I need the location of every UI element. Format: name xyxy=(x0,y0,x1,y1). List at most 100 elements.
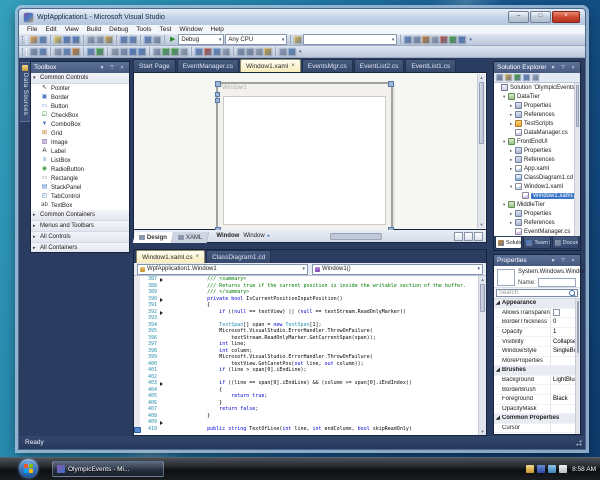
toolbar2-icon[interactable] xyxy=(213,48,221,56)
start-button[interactable] xyxy=(19,459,38,478)
tree-item-references[interactable]: ▸References xyxy=(494,110,575,119)
start-page-icon[interactable] xyxy=(458,36,466,44)
property-row-windowstyle[interactable]: WindowStyleSingleBorder xyxy=(494,347,576,357)
property-value[interactable]: SingleBorder xyxy=(550,347,576,356)
title-bar[interactable]: WpfApplication1 - Microsoft Visual Studi… xyxy=(19,9,585,26)
open-file-icon[interactable] xyxy=(54,36,62,44)
properties-window-menu-icon[interactable]: ▾ xyxy=(549,256,557,266)
toolbox-item-textbox[interactable]: abTextBox xyxy=(31,201,129,210)
tree-item-references[interactable]: ▸References xyxy=(494,155,575,164)
menu-item-tools[interactable]: Tools xyxy=(132,26,155,33)
toolbar2-icon[interactable] xyxy=(288,48,296,56)
view-designer-icon[interactable] xyxy=(532,74,539,81)
property-row-borderthickness[interactable]: BorderThickness0 xyxy=(494,318,576,328)
property-row-allowstransparency[interactable]: AllowsTransparency xyxy=(494,309,576,319)
property-row-background[interactable]: BackgroundLightBlue xyxy=(494,376,576,386)
solution-explorer-window-menu-icon[interactable]: ▾ xyxy=(549,63,557,73)
toolbar-grip[interactable] xyxy=(22,36,27,44)
toolbox-window-menu-icon[interactable]: ▾ xyxy=(98,63,106,73)
code-text-area[interactable]: 387 /// <summary>388 /// Returns true if… xyxy=(134,276,486,435)
cut-icon[interactable] xyxy=(87,36,95,44)
document-tab-eventsmgr-cs[interactable]: EventsMgr.cs xyxy=(302,59,353,72)
property-row-visibility[interactable]: VisibilityCollapsed xyxy=(494,337,576,347)
property-row-cursor[interactable]: Cursor xyxy=(494,424,576,434)
toolbar2-icon[interactable] xyxy=(237,48,245,56)
find-input[interactable]: ▾ xyxy=(303,34,397,45)
tree-item-properties[interactable]: ▸Properties xyxy=(494,146,575,155)
toolbar-overflow-icon[interactable]: ▾ xyxy=(299,49,302,55)
resize-grip[interactable] xyxy=(575,439,583,447)
property-row-opacity[interactable]: Opacity1 xyxy=(494,328,576,338)
toolbox-close-icon[interactable]: × xyxy=(118,63,126,73)
document-tab-window1-xaml[interactable]: Window1.xaml× xyxy=(240,59,301,72)
solution-explorer-pin-icon[interactable]: ⊤ xyxy=(559,63,567,73)
maximize-button[interactable]: □ xyxy=(530,11,551,23)
object-browser-icon[interactable] xyxy=(422,36,430,44)
toolbar2-icon[interactable] xyxy=(120,48,128,56)
property-category-brushes[interactable]: ◢Brushes xyxy=(494,366,576,376)
collapse-pane-icon[interactable] xyxy=(474,232,483,241)
properties-window-toolbar-icon[interactable] xyxy=(413,36,421,44)
toolbox-item-label[interactable]: ALabel xyxy=(31,147,129,156)
property-row-opacitymask[interactable]: OpacityMask xyxy=(494,405,576,415)
tree-item-properties[interactable]: ▸Properties xyxy=(494,101,575,110)
tree-item-app-xaml[interactable]: ▸App.xaml xyxy=(494,164,575,173)
toolbar2-icon[interactable] xyxy=(222,48,230,56)
command-window-icon[interactable] xyxy=(449,36,457,44)
toolbar2-icon[interactable] xyxy=(30,48,38,56)
scrollbar-thumb[interactable] xyxy=(479,82,484,144)
property-category-common-properties[interactable]: ◢Common Properties xyxy=(494,414,576,424)
tool-tab-docum[interactable]: Docum... xyxy=(552,237,579,249)
toolbar2-icon[interactable] xyxy=(246,48,254,56)
menu-item-test[interactable]: Test xyxy=(155,26,175,33)
property-row-borderbrush[interactable]: BorderBrush xyxy=(494,385,576,395)
toolbar2-icon[interactable] xyxy=(279,48,287,56)
tree-item-window1-xaml[interactable]: ▾Window1.xaml xyxy=(494,182,575,191)
split-vertical-icon[interactable] xyxy=(464,232,473,241)
toolbar2-icon[interactable] xyxy=(39,48,47,56)
toolbar-grip[interactable] xyxy=(22,48,27,56)
scrollbar-thumb[interactable] xyxy=(577,301,579,353)
designer-horizontal-scrollbar[interactable] xyxy=(330,233,382,240)
toolbar2-icon[interactable] xyxy=(255,48,263,56)
toolbox-item-tabcontrol[interactable]: ◰TabControl xyxy=(31,192,129,201)
tree-item-testscripts[interactable]: ▸TestScripts xyxy=(494,119,575,128)
toolbox-item-listbox[interactable]: ≡ListBox xyxy=(31,156,129,165)
toolbox-group-menus-and-toolbars[interactable]: ▸Menus and Toolbars xyxy=(31,221,129,232)
show-all-files-icon[interactable] xyxy=(505,74,512,81)
toolbar2-icon[interactable] xyxy=(54,48,62,56)
tree-item-datamanager-cs[interactable]: DataManager.cs xyxy=(494,128,575,137)
tray-volume-icon[interactable] xyxy=(559,465,567,473)
tray-vs-icon[interactable] xyxy=(537,465,545,473)
toolbar2-icon[interactable] xyxy=(171,48,179,56)
toolbox-item-combobox[interactable]: ▼ComboBox xyxy=(31,120,129,129)
checkbox[interactable] xyxy=(553,309,560,316)
new-project-icon[interactable] xyxy=(30,36,38,44)
property-value[interactable] xyxy=(550,433,576,434)
property-category-appearance[interactable]: ◢Appearance xyxy=(494,299,576,309)
undo-icon[interactable] xyxy=(120,36,128,44)
refresh-icon[interactable] xyxy=(514,74,521,81)
save-all-icon[interactable] xyxy=(72,36,80,44)
tree-item-eventmanager-cs[interactable]: EventManager.cs xyxy=(494,227,575,236)
properties-pin-icon[interactable]: ⊤ xyxy=(559,256,567,266)
editor-vertical-scrollbar[interactable]: ▲ ▼ xyxy=(478,276,486,435)
designer-vertical-scrollbar[interactable]: ▲ ▼ xyxy=(477,74,485,228)
tool-tab-solutio[interactable]: Solutio... xyxy=(495,237,522,249)
debug-configuration-dropdown[interactable]: Debug▾ xyxy=(178,34,224,45)
scroll-down-icon[interactable]: ▼ xyxy=(478,221,485,228)
view-tab-xaml[interactable]: XAML xyxy=(172,232,210,243)
properties-scrollbar[interactable] xyxy=(575,299,580,434)
document-tab-eventmanager-cs[interactable]: EventManager.cs xyxy=(177,59,239,72)
add-item-icon[interactable] xyxy=(39,36,47,44)
designed-window[interactable]: Window1 xyxy=(216,82,393,232)
name-field[interactable] xyxy=(538,278,576,287)
toolbox-toolbar-icon[interactable] xyxy=(431,36,439,44)
toolbar2-icon[interactable] xyxy=(111,48,119,56)
menu-item-edit[interactable]: Edit xyxy=(41,26,60,33)
selection-handle[interactable] xyxy=(215,92,220,97)
property-row-icon[interactable]: Icon xyxy=(494,433,576,434)
toolbar-overflow-icon[interactable]: ▾ xyxy=(469,37,472,43)
tray-network-icon[interactable] xyxy=(548,465,556,473)
toolbar2-icon[interactable] xyxy=(63,48,71,56)
